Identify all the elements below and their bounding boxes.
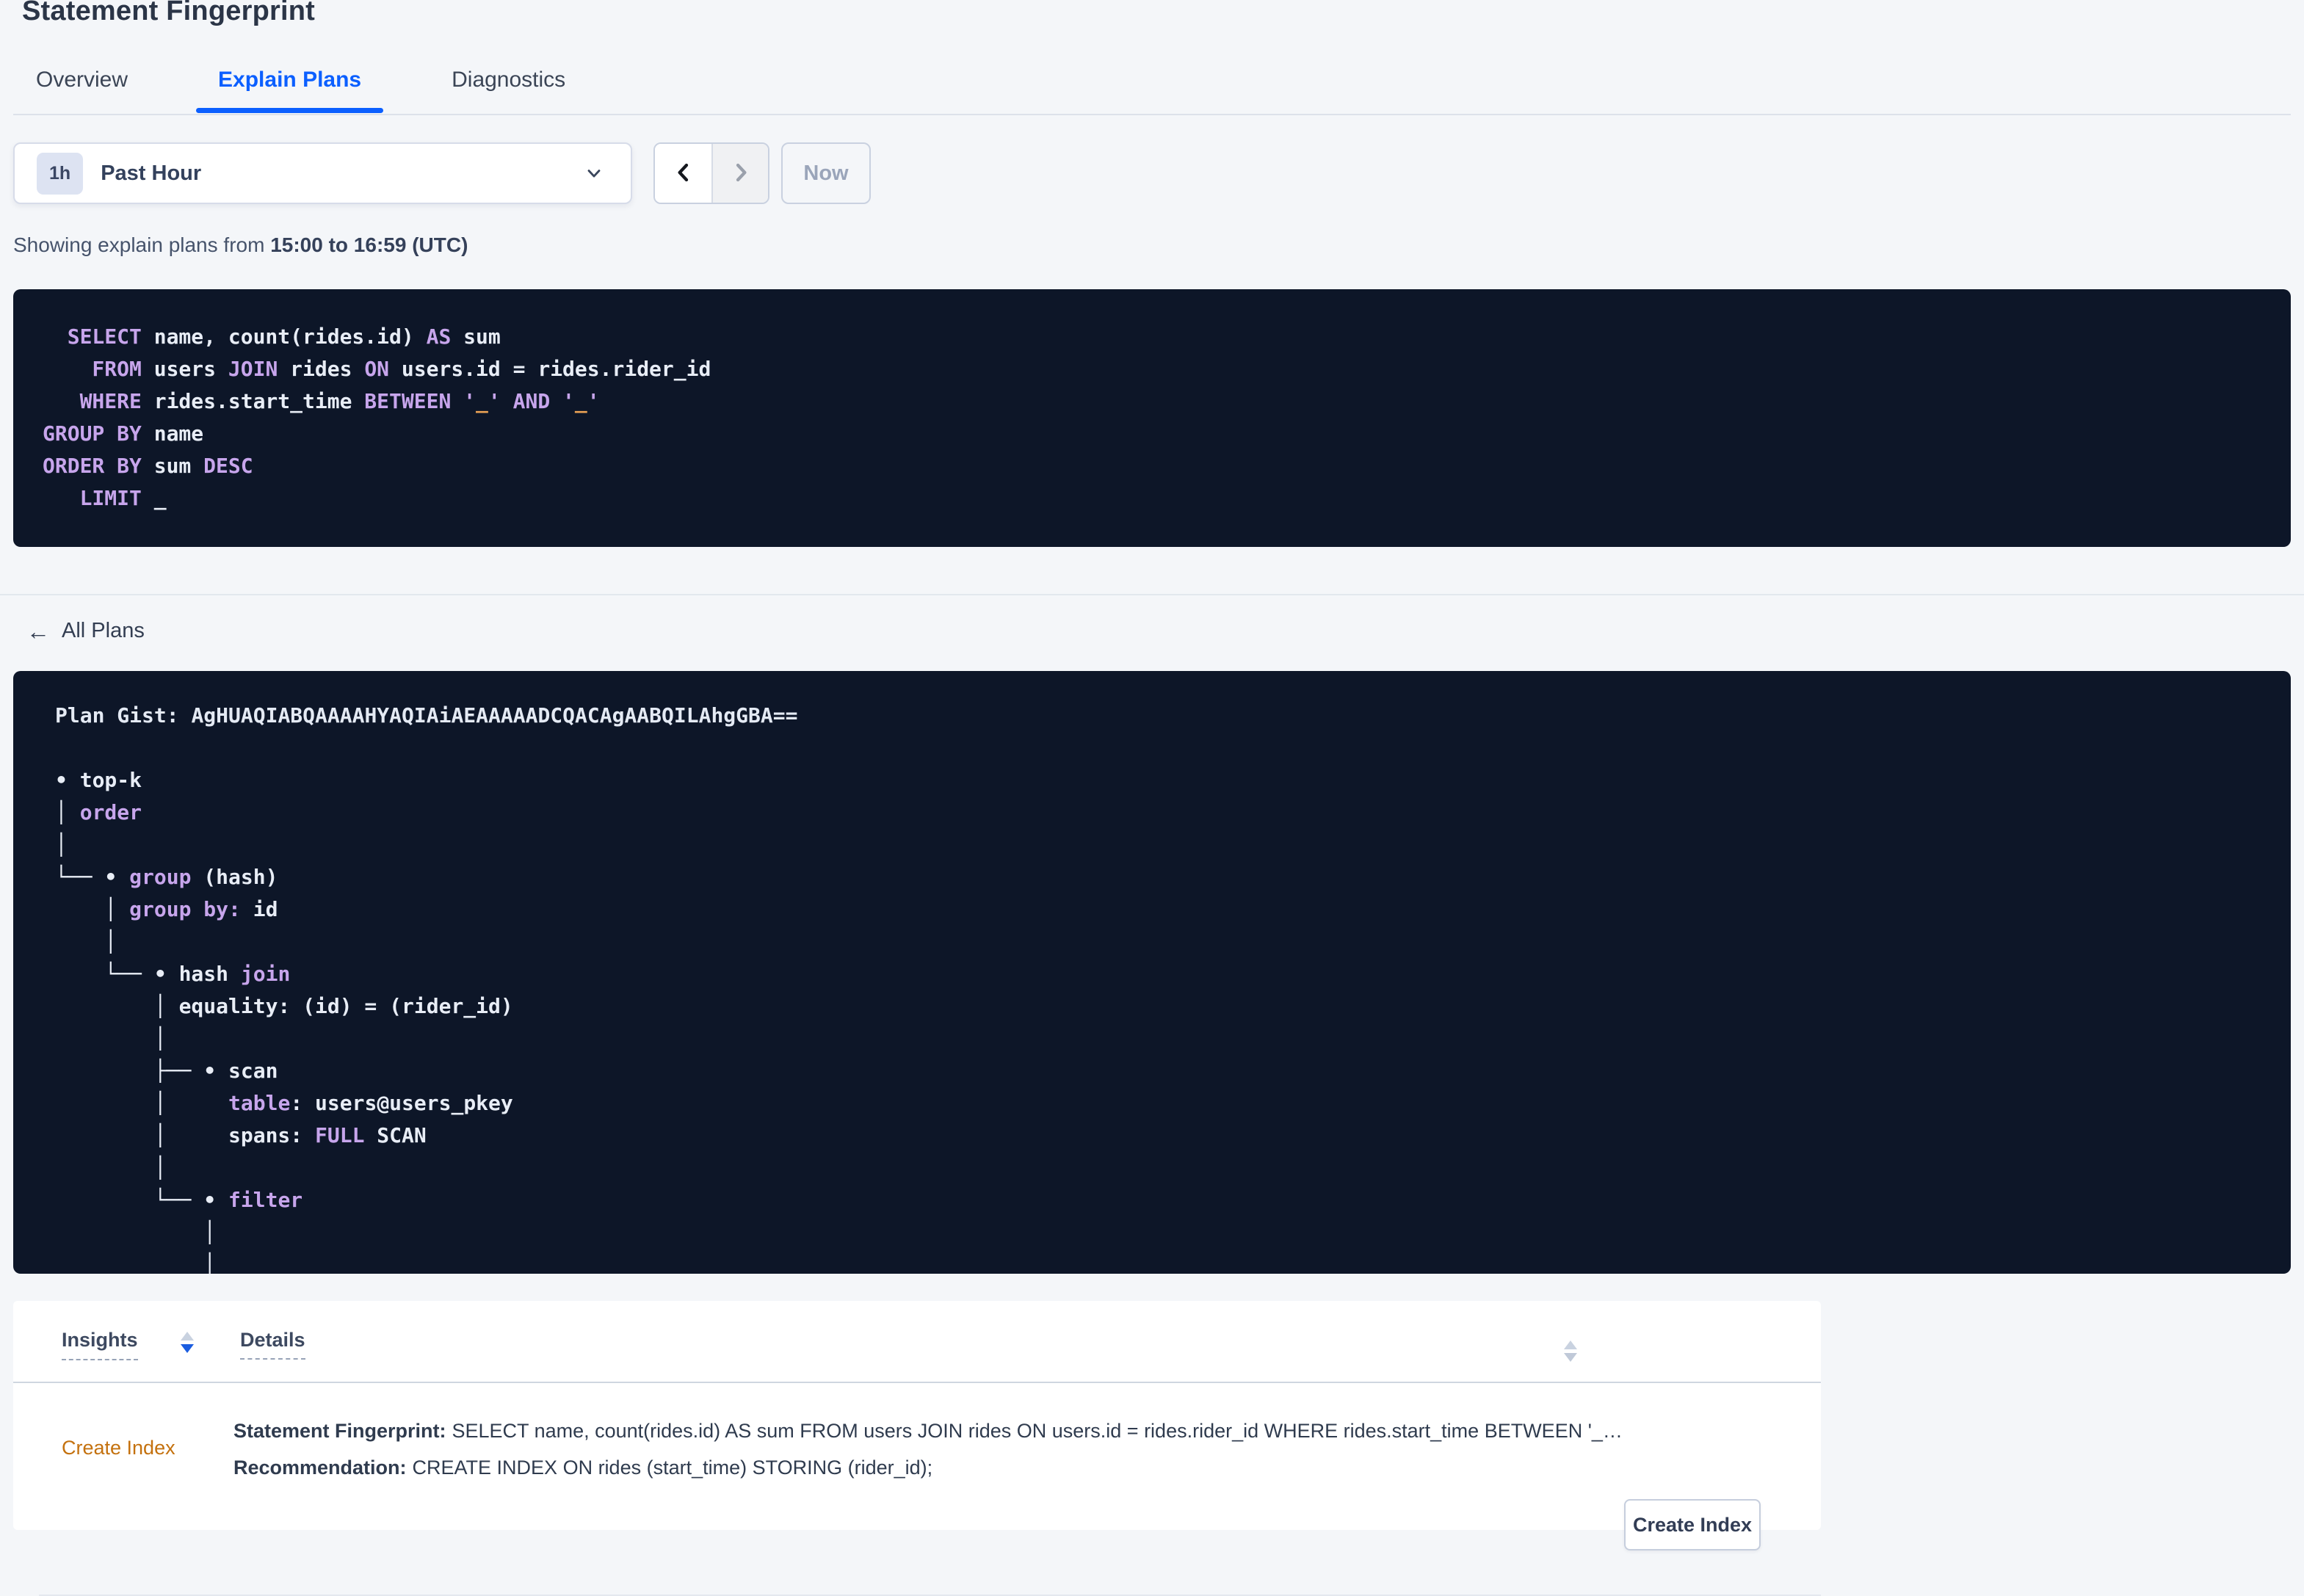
details-cell: Statement Fingerprint: SELECT name, count… (233, 1383, 1621, 1512)
all-plans-link[interactable]: ← All Plans (26, 619, 145, 643)
time-range-selected: Past Hour (101, 161, 202, 185)
time-range-summary: Showing explain plans from 15:00 to 16:5… (13, 233, 468, 257)
recommendation-label: Recommendation: (233, 1457, 407, 1479)
statement-fingerprint-line: Statement Fingerprint: SELECT name, count… (233, 1412, 1621, 1449)
plan-tree: • top-k │ order │ └── • group (hash) │ grou… (55, 768, 513, 1274)
tab-diagnostics[interactable]: Diagnostics (430, 68, 587, 112)
statement-fingerprint-label: Statement Fingerprint: (233, 1420, 446, 1442)
time-nav-group (653, 142, 769, 204)
statement-fingerprint-text: SELECT name, count(rides.id) AS sum FROM… (452, 1420, 1621, 1442)
summary-prefix: Showing explain plans from (13, 233, 271, 256)
all-plans-label: All Plans (62, 619, 145, 642)
statement-fingerprint-page: Statement Fingerprint Overview Explain P… (0, 0, 2304, 1596)
page-title: Statement Fingerprint (22, 0, 316, 26)
insights-table-header: Insights Details (13, 1301, 1821, 1383)
create-index-button[interactable]: Create Index (1624, 1499, 1761, 1550)
now-button[interactable]: Now (781, 142, 871, 204)
tab-bar: Overview Explain Plans Diagnostics (14, 68, 587, 113)
insights-header-label[interactable]: Insights (62, 1329, 138, 1360)
sort-icon[interactable] (1564, 1341, 1577, 1362)
plan-gist-value: AgHUAQIABQAAAAHYAQIAiAEAAAAADCQACAgAABQI… (191, 703, 798, 728)
insights-column-header: Insights (62, 1329, 233, 1360)
plan-gist: Plan Gist: AgHUAQIABQAAAAHYAQIAiAEAAAAAD… (55, 700, 2261, 732)
sql-statement: SELECT name, count(rides.id) AS sum FROM… (43, 324, 711, 510)
chevron-right-icon (729, 161, 753, 186)
sort-desc-icon[interactable] (180, 1332, 194, 1353)
tab-overview[interactable]: Overview (14, 68, 150, 112)
tab-explain-plans[interactable]: Explain Plans (196, 68, 384, 113)
details-column-header: Details (240, 1329, 305, 1360)
plan-gist-panel: Plan Gist: AgHUAQIABQAAAAHYAQIAiAEAAAAAD… (13, 671, 2291, 1274)
chevron-down-icon (584, 163, 604, 184)
recommendation-line: Recommendation: CREATE INDEX ON rides (st… (233, 1449, 1621, 1486)
create-index-link[interactable]: Create Index (62, 1437, 175, 1459)
summary-range: 15:00 to 16:59 (UTC) (270, 233, 468, 256)
chevron-left-icon (672, 161, 695, 186)
next-interval-button[interactable] (711, 144, 768, 203)
back-arrow-icon: ← (26, 617, 50, 645)
table-row: Create Index Statement Fingerprint: SELEC… (13, 1383, 1821, 1596)
tab-bar-divider (13, 114, 2291, 115)
time-range-dropdown[interactable]: 1h Past Hour (13, 142, 632, 204)
time-range-badge: 1h (37, 152, 84, 195)
insight-cell: Create Index (62, 1383, 233, 1512)
details-header-label[interactable]: Details (240, 1329, 305, 1360)
recommendation-text: CREATE INDEX ON rides (start_time) STORI… (412, 1457, 933, 1479)
previous-interval-button[interactable] (655, 144, 711, 203)
insights-card: Insights Details Create Index Statement … (13, 1301, 1821, 1596)
section-divider (0, 594, 2304, 595)
sql-statement-panel: SELECT name, count(rides.id) AS sum FROM… (13, 289, 2291, 547)
plan-gist-prefix: Plan Gist: (55, 703, 192, 728)
